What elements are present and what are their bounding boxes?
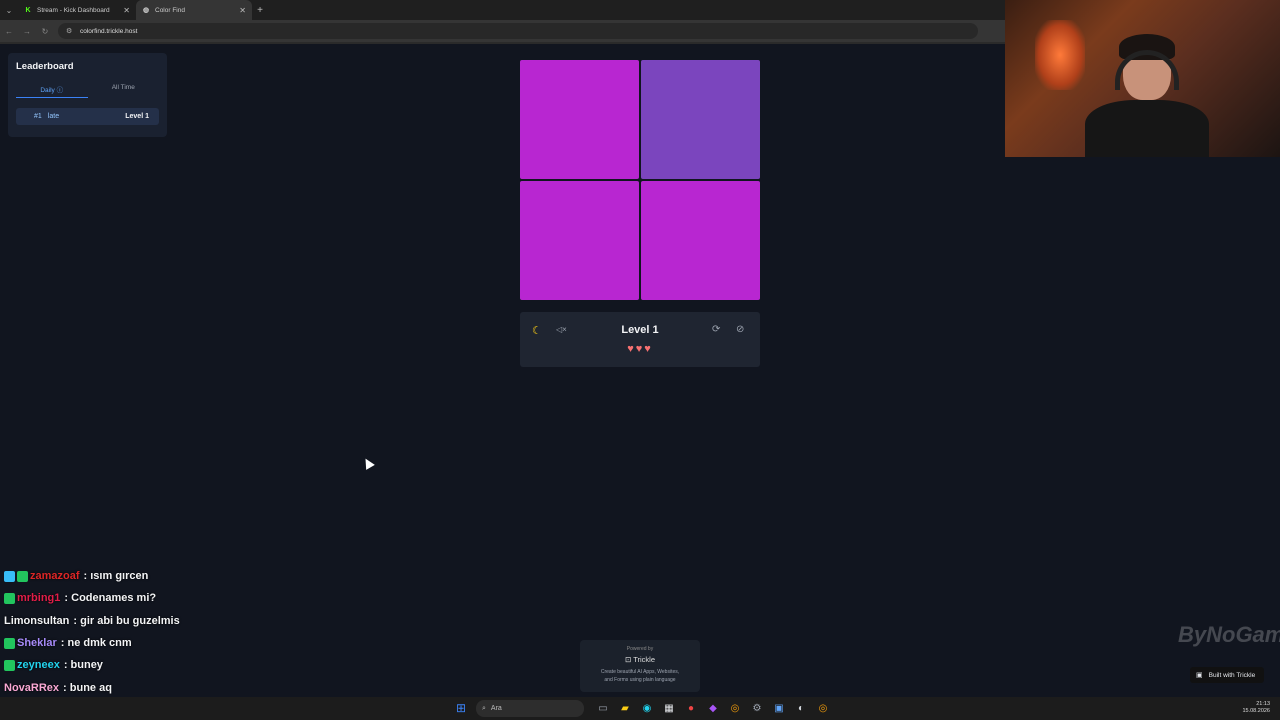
chat-text: : ısım gırcen <box>83 570 149 583</box>
subscriber-badge-icon <box>17 570 28 582</box>
chrome-icon[interactable]: ◎ <box>724 700 746 717</box>
chat-text: : ne dmk cnm <box>60 637 132 650</box>
powered-by-label: Powered by <box>626 646 654 652</box>
player-name: late <box>47 113 60 120</box>
clock-date: 15.08.2026 <box>1242 708 1270 714</box>
app-icon[interactable]: ◆ <box>702 700 724 717</box>
trickle-brand-name: Trickle <box>633 655 656 664</box>
globe-icon: ◍ <box>142 7 150 14</box>
url-text: colorfind.trickle.host <box>80 27 138 35</box>
lamp-glow <box>1035 20 1085 90</box>
chat-text: : buney <box>63 659 103 672</box>
streamer <box>1085 34 1209 157</box>
leaderboard-panel: Leaderboard Daily ⓘ All Time #1 late Lev… <box>8 53 167 137</box>
chat-message: zeyneex: buney <box>4 654 404 676</box>
forward-icon[interactable]: → <box>18 27 36 36</box>
close-tab-icon[interactable]: ✕ <box>239 6 246 15</box>
chat-message: mrbing1: Codenames mi? <box>4 587 404 609</box>
site-info-icon[interactable]: ⚙ <box>66 27 74 35</box>
app-icon[interactable]: ▣ <box>768 700 790 717</box>
mouse-cursor-icon <box>361 456 375 470</box>
built-with-label: Built with Trickle <box>1208 671 1256 679</box>
info-icon: ⓘ <box>56 87 64 94</box>
back-icon[interactable]: ← <box>0 27 18 36</box>
channel-watermark: ByNoGame <box>1178 622 1280 647</box>
chat-username: mrbing1 <box>17 592 61 605</box>
subscriber-badge-icon <box>4 659 15 671</box>
tab-all-time[interactable]: All Time <box>88 84 160 98</box>
tab-search-icon[interactable]: ⌄ <box>0 0 18 20</box>
url-input[interactable]: ⚙ colorfind.trickle.host <box>58 23 978 39</box>
taskbar-search[interactable]: ⌕ Ara <box>476 700 584 717</box>
search-placeholder: Ara <box>490 705 502 712</box>
webcam-overlay <box>1005 0 1280 157</box>
youtube-music-icon[interactable]: ● <box>680 700 702 717</box>
lives-hearts: ♥♥♥ <box>627 343 653 355</box>
color-tile[interactable] <box>641 181 760 300</box>
streamer-body <box>1085 100 1209 157</box>
tab-kick-dashboard[interactable]: K Stream - Kick Dashboard ✕ <box>18 0 136 20</box>
leaderboard-row: #1 late Level 1 <box>16 108 159 125</box>
tab-title: Stream - Kick Dashboard <box>37 6 110 14</box>
trickle-description: Create beautiful AI Apps, Websites, and … <box>580 668 700 684</box>
subscriber-badge-icon <box>4 592 15 604</box>
trickle-logo-icon: ⊡ <box>624 655 632 664</box>
clock-time: 21:13 <box>1256 701 1270 707</box>
chrome-active-icon[interactable]: ◎ <box>812 700 834 717</box>
chat-message: Sheklar: ne dmk cnm <box>4 632 404 654</box>
tab-daily-label: Daily <box>40 87 55 94</box>
tab-color-find[interactable]: ◍ Color Find ✕ <box>136 0 252 20</box>
new-tab-button[interactable]: + <box>252 5 268 16</box>
file-explorer-icon[interactable]: ▰ <box>614 700 636 717</box>
chat-text: : gir abi bu guzelmis <box>73 614 180 627</box>
chat-message: Limonsultan: gir abi bu guzelmis <box>4 610 404 632</box>
chat-text: : Codenames mi? <box>64 592 157 605</box>
tab-title: Color Find <box>155 6 185 14</box>
system-clock[interactable]: 21:13 15.08.2026 <box>1242 701 1270 715</box>
trickle-desc-line-2: and Forms using plain language <box>604 677 676 683</box>
leaderboard-tabs: Daily ⓘ All Time <box>16 84 159 98</box>
refresh-icon[interactable]: ⟳ <box>712 324 720 335</box>
reload-icon[interactable]: ↻ <box>36 27 54 36</box>
store-icon[interactable]: ▦ <box>658 700 680 717</box>
color-grid <box>520 60 760 300</box>
eye-off-icon[interactable]: ⊘ <box>736 324 744 335</box>
kick-icon: K <box>25 6 31 14</box>
windows-taskbar: ⊞ ⌕ Ara ▭ ▰ ◉ ▦ ● ◆ ◎ ⚙ ▣ ◐ ◎ 21:13 15.0… <box>0 697 1280 720</box>
color-tile[interactable] <box>520 60 639 179</box>
settings-icon[interactable]: ⚙ <box>746 700 768 717</box>
obs-icon[interactable]: ◐ <box>790 700 812 717</box>
windows-start-icon[interactable]: ⊞ <box>456 702 469 715</box>
task-view-icon[interactable]: ▭ <box>592 700 614 717</box>
chat-text: : bune aq <box>63 681 112 694</box>
level-label: Level 1 <box>621 324 659 336</box>
trickle-desc-line-1: Create beautiful AI Apps, Websites, <box>600 669 680 675</box>
chat-username: Limonsultan <box>4 614 70 627</box>
built-with-trickle-badge[interactable]: ▣ Built with Trickle <box>1190 667 1264 683</box>
tab-daily[interactable]: Daily ⓘ <box>16 84 88 98</box>
rank: #1 <box>34 113 42 120</box>
chat-username: Sheklar <box>17 637 57 650</box>
close-tab-icon[interactable]: ✕ <box>123 6 130 15</box>
moderator-badge-icon <box>4 570 15 582</box>
trickle-brand: ⊡ Trickle <box>580 655 700 664</box>
subscriber-badge-icon <box>4 637 15 649</box>
trickle-logo-icon: ▣ <box>1196 672 1203 679</box>
search-icon: ⌕ <box>482 704 486 712</box>
game-control-panel: ☾ ◁× Level 1 ⟳ ⊘ ♥♥♥ <box>520 312 760 367</box>
chat-message: NovaRRex: bune aq <box>4 676 404 698</box>
color-tile[interactable] <box>520 181 639 300</box>
chat-message: zamazoaf: ısım gırcen <box>4 565 404 587</box>
leaderboard-title: Leaderboard <box>16 61 74 72</box>
chat-username: NovaRRex <box>4 681 60 694</box>
chat-username: zamazoaf <box>30 570 80 583</box>
chat-username: zeyneex <box>17 659 60 672</box>
player-level: Level 1 <box>125 113 149 120</box>
taskbar-apps: ▭ ▰ ◉ ▦ ● ◆ ◎ ⚙ ▣ ◐ ◎ <box>592 700 834 717</box>
color-tile[interactable] <box>641 60 760 179</box>
edge-icon[interactable]: ◉ <box>636 700 658 717</box>
trickle-card[interactable]: Powered by ⊡ Trickle Create beautiful AI… <box>580 640 700 692</box>
